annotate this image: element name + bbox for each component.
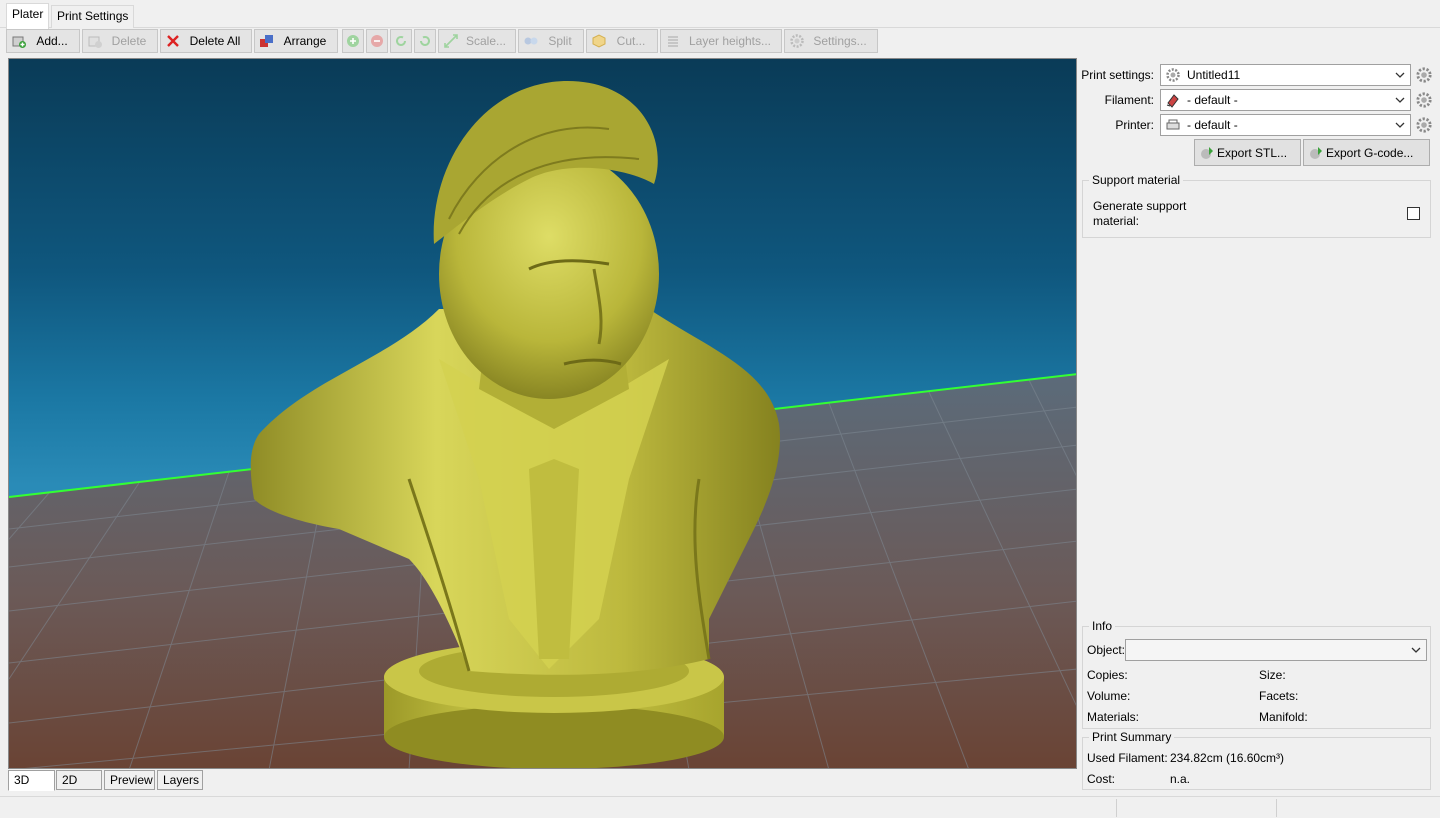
print-settings-select[interactable]: Untitled11 bbox=[1160, 64, 1411, 86]
support-material-title: Support material bbox=[1092, 173, 1181, 187]
main-tabbar: Plater Print Settings bbox=[0, 0, 1440, 29]
chevron-down-icon bbox=[1410, 644, 1422, 656]
export-gcode-button[interactable]: Export G-code... bbox=[1303, 139, 1430, 166]
status-bar bbox=[0, 796, 1440, 818]
used-filament-value: 234.82cm (16.60cm³) bbox=[1170, 751, 1285, 765]
generate-support-label-line2: material: bbox=[1093, 214, 1140, 228]
layer-heights-button[interactable]: Layer heights... bbox=[660, 29, 782, 53]
tab-plater[interactable]: Plater bbox=[6, 3, 50, 29]
add-object-icon bbox=[11, 33, 27, 49]
filament-icon bbox=[1165, 92, 1181, 108]
chevron-down-icon bbox=[1394, 69, 1406, 81]
size-label: Size: bbox=[1259, 668, 1286, 682]
3d-scene bbox=[9, 80, 1076, 768]
filament-label: Filament: bbox=[1104, 93, 1154, 107]
volume-label: Volume: bbox=[1087, 689, 1131, 703]
delete-all-button[interactable]: Delete All bbox=[160, 29, 252, 53]
printer-label: Printer: bbox=[1115, 118, 1154, 132]
print-summary-title: Print Summary bbox=[1092, 730, 1172, 744]
status-separator bbox=[1276, 799, 1277, 817]
filament-gear-icon[interactable] bbox=[1415, 91, 1433, 109]
add-button[interactable]: Add... bbox=[6, 29, 80, 53]
cost-label: Cost: bbox=[1087, 772, 1116, 786]
tab-print-settings[interactable]: Print Settings bbox=[51, 5, 135, 28]
layers-icon bbox=[665, 33, 681, 49]
export-stl-icon bbox=[1199, 145, 1215, 161]
filament-select[interactable]: - default - bbox=[1160, 89, 1411, 111]
split-icon bbox=[523, 33, 539, 49]
chevron-down-icon bbox=[1394, 119, 1406, 131]
info-title: Info bbox=[1092, 619, 1113, 633]
rotate-cw-button[interactable] bbox=[414, 29, 436, 53]
gear-icon bbox=[789, 33, 805, 49]
copies-label: Copies: bbox=[1087, 668, 1128, 682]
cut-icon bbox=[591, 33, 607, 49]
printer-icon bbox=[1165, 117, 1181, 133]
printer-select[interactable]: - default - bbox=[1160, 114, 1411, 136]
generate-support-checkbox[interactable] bbox=[1407, 207, 1420, 220]
scale-button[interactable]: Scale... bbox=[438, 29, 516, 53]
generate-support-label-line1: Generate support bbox=[1093, 199, 1187, 213]
object-label: Object: bbox=[1087, 643, 1126, 657]
delete-button[interactable]: Delete bbox=[82, 29, 158, 53]
plus-circle-icon bbox=[345, 33, 361, 49]
printer-gear-icon[interactable] bbox=[1415, 116, 1433, 134]
rotate-ccw-button[interactable] bbox=[390, 29, 412, 53]
arrange-icon bbox=[259, 33, 275, 49]
export-gcode-icon bbox=[1308, 145, 1324, 161]
minus-circle-icon bbox=[369, 33, 385, 49]
decrease-copies-button[interactable] bbox=[366, 29, 388, 53]
scale-icon bbox=[443, 33, 459, 49]
3d-viewport[interactable] bbox=[8, 58, 1077, 769]
chevron-down-icon bbox=[1394, 94, 1406, 106]
rotate-right-icon bbox=[417, 33, 433, 49]
gear-icon bbox=[1165, 67, 1181, 83]
cut-button[interactable]: Cut... bbox=[586, 29, 658, 53]
red-x-icon bbox=[165, 33, 181, 49]
split-button[interactable]: Split bbox=[518, 29, 584, 53]
export-stl-button[interactable]: Export STL... bbox=[1194, 139, 1301, 166]
view-tab-layers[interactable]: Layers bbox=[157, 770, 203, 790]
used-filament-label: Used Filament: bbox=[1087, 751, 1168, 765]
slic3r-window: Plater Print Settings Add... Delete Dele… bbox=[0, 0, 1440, 818]
cost-value: n.a. bbox=[1170, 772, 1191, 786]
view-tab-preview[interactable]: Preview bbox=[104, 770, 155, 790]
arrange-button[interactable]: Arrange bbox=[254, 29, 338, 53]
delete-object-icon bbox=[87, 33, 103, 49]
settings-button[interactable]: Settings... bbox=[784, 29, 878, 53]
print-settings-label: Print settings: bbox=[1081, 68, 1154, 82]
increase-copies-button[interactable] bbox=[342, 29, 364, 53]
rotate-left-icon bbox=[393, 33, 409, 49]
facets-label: Facets: bbox=[1259, 689, 1299, 703]
object-select[interactable] bbox=[1125, 639, 1427, 661]
view-tab-2d[interactable]: 2D bbox=[56, 770, 102, 790]
plater-toolbar: Add... Delete Delete All Arrange Scale..… bbox=[0, 28, 1440, 56]
manifold-label: Manifold: bbox=[1259, 710, 1308, 724]
view-tab-3d[interactable]: 3D bbox=[8, 770, 55, 791]
materials-label: Materials: bbox=[1087, 710, 1140, 724]
print-settings-gear-icon[interactable] bbox=[1415, 66, 1433, 84]
status-separator bbox=[1116, 799, 1117, 817]
